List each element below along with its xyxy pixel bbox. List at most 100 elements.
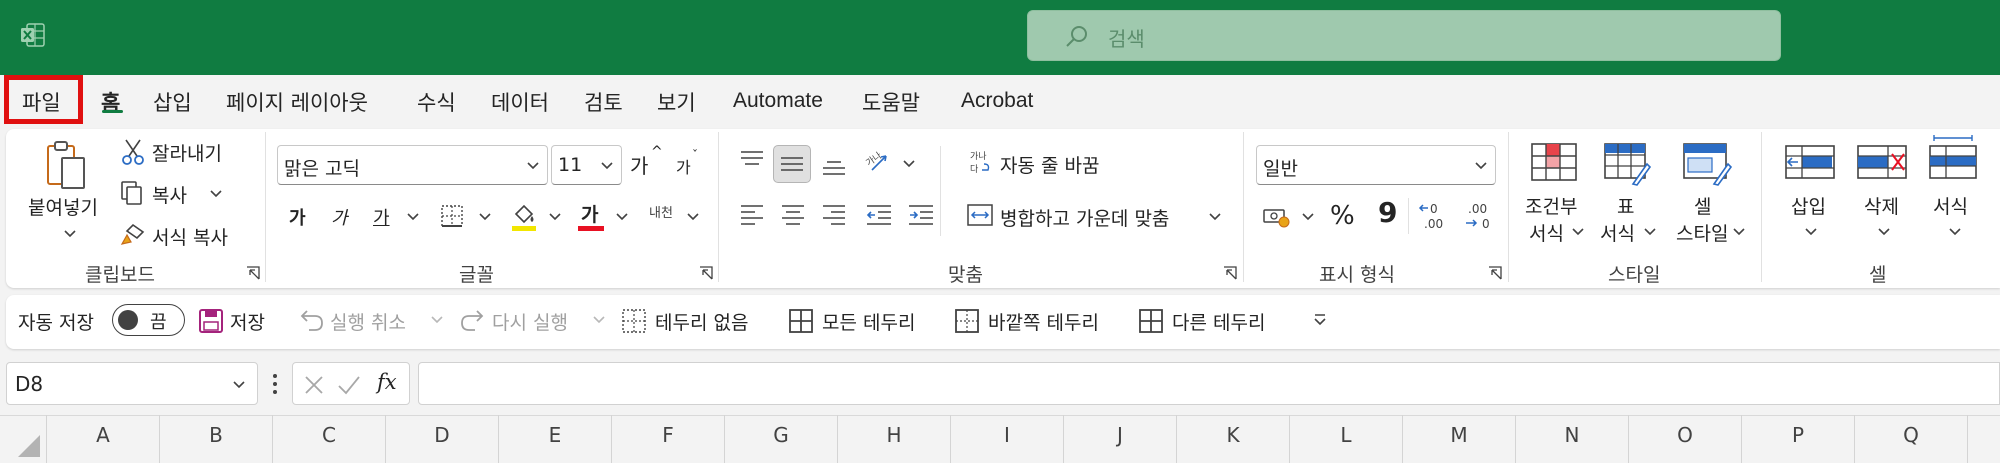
underline-button[interactable]: 가 bbox=[373, 204, 390, 230]
undo-dropdown-icon[interactable] bbox=[431, 316, 443, 324]
redo-dropdown-icon[interactable] bbox=[593, 316, 605, 324]
column-header[interactable]: K bbox=[1176, 415, 1289, 463]
column-header[interactable]: O bbox=[1628, 415, 1741, 463]
tab-help[interactable]: 도움말 bbox=[862, 87, 920, 117]
merge-center-icon[interactable] bbox=[966, 203, 994, 227]
outside-borders-label[interactable]: 바깥쪽 테두리 bbox=[988, 308, 1099, 335]
increase-decimal-icon[interactable]: 0 .00 bbox=[1418, 200, 1452, 232]
decrease-indent-icon[interactable] bbox=[866, 204, 892, 226]
column-header[interactable]: D bbox=[385, 415, 498, 463]
column-header[interactable]: C bbox=[272, 415, 385, 463]
select-all-corner[interactable] bbox=[0, 415, 46, 463]
redo-icon[interactable] bbox=[459, 306, 487, 334]
format-painter-label[interactable]: 서식 복사 bbox=[152, 223, 228, 250]
column-header[interactable]: L bbox=[1289, 415, 1402, 463]
cancel-icon[interactable] bbox=[303, 374, 325, 396]
redo-label[interactable]: 다시 실행 bbox=[492, 308, 568, 335]
tab-data[interactable]: 데이터 bbox=[491, 87, 549, 117]
enter-icon[interactable] bbox=[337, 374, 361, 396]
italic-button[interactable]: 가 bbox=[331, 204, 348, 230]
font-color-button[interactable]: 가 bbox=[581, 200, 598, 227]
column-header[interactable]: I bbox=[950, 415, 1063, 463]
copy-label[interactable]: 복사 bbox=[152, 181, 187, 208]
shrink-font-button[interactable]: 가 bbox=[676, 154, 691, 178]
tab-formulas[interactable]: 수식 bbox=[417, 87, 456, 117]
grow-font-button[interactable]: 가 bbox=[630, 150, 648, 179]
undo-label[interactable]: 실행 취소 bbox=[330, 308, 406, 335]
merge-center-dropdown-icon[interactable] bbox=[1209, 213, 1221, 221]
tab-view[interactable]: 보기 bbox=[657, 87, 696, 117]
format-cells-dropdown-icon[interactable] bbox=[1949, 228, 1961, 236]
column-header[interactable]: A bbox=[46, 415, 159, 463]
paste-label[interactable]: 붙여넣기 bbox=[28, 193, 98, 220]
column-header[interactable]: J bbox=[1063, 415, 1176, 463]
align-left-icon[interactable] bbox=[740, 204, 764, 226]
conditional-format-label-1[interactable]: 조건부 bbox=[1525, 192, 1577, 219]
cell-styles-label-2[interactable]: 스타일 bbox=[1676, 219, 1728, 246]
clipboard-launcher-icon[interactable] bbox=[246, 266, 260, 280]
border-icon[interactable] bbox=[440, 204, 464, 228]
conditional-format-label-2[interactable]: 서식 bbox=[1529, 219, 1564, 246]
accounting-format-icon[interactable] bbox=[1262, 204, 1292, 228]
wrap-text-label[interactable]: 자동 줄 바꿈 bbox=[1000, 151, 1099, 178]
excel-logo-icon[interactable] bbox=[20, 22, 46, 48]
font-name-combo[interactable]: 맑은 고딕 bbox=[277, 145, 548, 185]
cell-styles-label-1[interactable]: 셀 bbox=[1694, 192, 1711, 219]
conditional-format-icon[interactable] bbox=[1530, 142, 1578, 182]
accounting-dropdown-icon[interactable] bbox=[1302, 213, 1314, 221]
format-cells-icon[interactable] bbox=[1928, 134, 1978, 182]
align-top-icon[interactable] bbox=[740, 150, 764, 172]
orientation-icon[interactable]: 가나 bbox=[864, 148, 890, 174]
column-header[interactable]: B bbox=[159, 415, 272, 463]
percent-button[interactable]: % bbox=[1330, 201, 1355, 231]
customize-qat-icon[interactable] bbox=[1313, 313, 1327, 327]
all-borders-icon[interactable] bbox=[788, 308, 814, 334]
format-cells-label[interactable]: 서식 bbox=[1933, 192, 1968, 219]
paste-icon[interactable] bbox=[44, 140, 98, 192]
font-launcher-icon[interactable] bbox=[699, 266, 713, 280]
merge-center-label[interactable]: 병합하고 가운데 맞춤 bbox=[1000, 204, 1169, 231]
outside-borders-icon[interactable] bbox=[954, 308, 980, 334]
underline-dropdown-icon[interactable] bbox=[407, 213, 419, 221]
bold-button[interactable]: 가 bbox=[289, 204, 306, 230]
fill-color-dropdown-icon[interactable] bbox=[549, 213, 561, 221]
decrease-decimal-icon[interactable]: .00 0 bbox=[1462, 200, 1496, 232]
more-options-icon[interactable] bbox=[271, 372, 279, 396]
tab-page-layout[interactable]: 페이지 레이아웃 bbox=[226, 87, 368, 117]
orientation-dropdown-icon[interactable] bbox=[903, 160, 915, 168]
column-header[interactable]: P bbox=[1741, 415, 1854, 463]
paste-dropdown-icon[interactable] bbox=[64, 230, 76, 238]
save-label[interactable]: 저장 bbox=[230, 308, 265, 335]
format-painter-icon[interactable] bbox=[119, 222, 147, 248]
cut-label[interactable]: 잘라내기 bbox=[152, 139, 222, 166]
increase-indent-icon[interactable] bbox=[908, 204, 934, 226]
tab-acrobat[interactable]: Acrobat bbox=[961, 89, 1033, 113]
font-size-combo[interactable]: 11 bbox=[551, 145, 622, 185]
more-borders-icon[interactable] bbox=[1138, 308, 1164, 334]
format-as-table-icon[interactable] bbox=[1603, 142, 1651, 186]
no-border-label[interactable]: 테두리 없음 bbox=[655, 308, 748, 335]
format-as-table-label-1[interactable]: 표 bbox=[1617, 192, 1634, 219]
cut-icon[interactable] bbox=[120, 138, 146, 166]
name-box[interactable]: D8 bbox=[6, 362, 258, 405]
border-dropdown-icon[interactable] bbox=[479, 213, 491, 221]
column-header[interactable]: M bbox=[1402, 415, 1515, 463]
column-header[interactable]: H bbox=[837, 415, 950, 463]
cell-styles-dropdown-icon[interactable] bbox=[1733, 228, 1745, 236]
insert-cells-icon[interactable] bbox=[1784, 142, 1836, 182]
column-header[interactable]: F bbox=[611, 415, 724, 463]
comma-button[interactable]: 9 bbox=[1378, 196, 1397, 229]
format-as-table-dropdown-icon[interactable] bbox=[1644, 228, 1656, 236]
wrap-text-icon[interactable]: 가나 다 bbox=[966, 148, 994, 176]
align-center-icon[interactable] bbox=[781, 204, 805, 226]
save-icon[interactable] bbox=[198, 308, 224, 334]
format-as-table-label-2[interactable]: 서식 bbox=[1600, 219, 1635, 246]
column-header[interactable] bbox=[1967, 415, 2000, 463]
fill-color-icon[interactable] bbox=[510, 202, 538, 232]
phonetic-dropdown-icon[interactable] bbox=[687, 213, 699, 221]
alignment-launcher-icon[interactable] bbox=[1223, 266, 1237, 280]
search-box[interactable]: 검색 bbox=[1027, 10, 1781, 61]
conditional-format-dropdown-icon[interactable] bbox=[1572, 228, 1584, 236]
autosave-toggle[interactable]: 끔 bbox=[112, 304, 185, 336]
delete-cells-icon[interactable] bbox=[1856, 142, 1908, 182]
